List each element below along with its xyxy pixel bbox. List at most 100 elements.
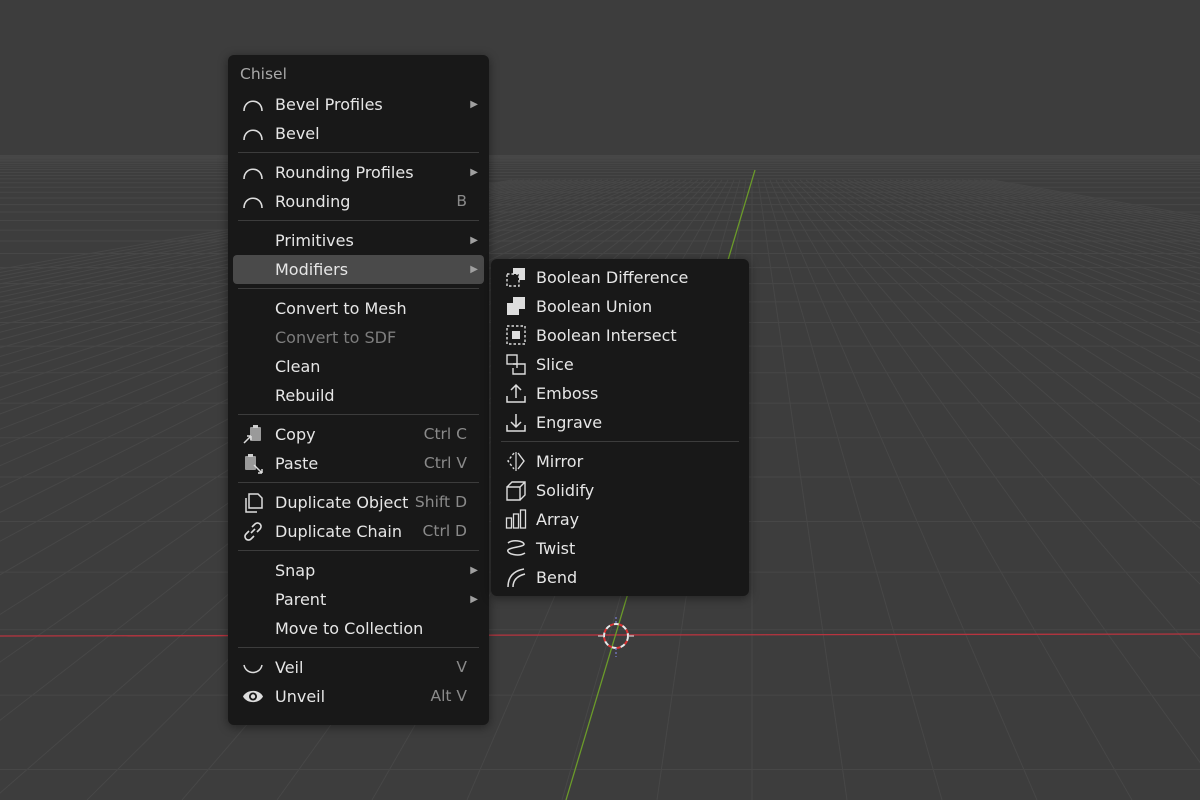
menu-separator <box>501 441 739 442</box>
boolean-difference-icon <box>505 267 527 288</box>
grid-line <box>985 179 1200 219</box>
shortcut-label: Ctrl C <box>423 425 467 443</box>
menu-item-label: Boolean Union <box>536 297 653 316</box>
menu-item-twist[interactable]: Twist <box>496 534 744 563</box>
menu-title: Chisel <box>240 65 287 83</box>
menu-item-rebuild[interactable]: Rebuild <box>233 381 484 410</box>
arc-icon <box>242 94 264 115</box>
submenu-arrow-icon: ▶ <box>470 594 478 605</box>
menu-item-label: Engrave <box>536 413 603 432</box>
shortcut-label: Alt V <box>430 687 467 705</box>
menu-item-label: Bend <box>536 568 578 587</box>
menu-item-unveil[interactable]: Unveil Alt V <box>233 682 484 711</box>
grid-line <box>895 179 1200 269</box>
twist-icon <box>505 538 527 559</box>
boolean-intersect-icon <box>505 325 527 346</box>
menu-separator <box>238 647 479 648</box>
copy-icon <box>242 424 264 445</box>
grid-line <box>949 179 1200 234</box>
menu-item-boolean-union[interactable]: Boolean Union <box>496 292 744 321</box>
menu-item-clean[interactable]: Clean <box>233 352 484 381</box>
menu-item-primitives[interactable]: Primitives ▶ <box>233 226 484 255</box>
grid-line <box>757 179 848 800</box>
menu-item-label: Bevel Profiles <box>275 95 383 114</box>
grid-line <box>979 179 1200 221</box>
menu-item-label: Duplicate Object <box>275 493 409 512</box>
menu-item-boolean-difference[interactable]: Boolean Difference <box>496 263 744 292</box>
menu-item-label: Mirror <box>536 452 584 471</box>
eye-icon <box>242 686 264 707</box>
menu-item-label: Convert to Mesh <box>275 299 407 318</box>
grid-line <box>973 179 1200 224</box>
menu-item-duplicate-object[interactable]: Duplicate Object Shift D <box>233 488 484 517</box>
mirror-icon <box>505 451 527 472</box>
menu-item-convert-to-mesh[interactable]: Convert to Mesh <box>233 294 484 323</box>
submenu-arrow-icon: ▶ <box>470 264 478 275</box>
menu-item-engrave[interactable]: Engrave <box>496 408 744 437</box>
shortcut-label: Ctrl D <box>422 522 467 540</box>
shortcut-label: Shift D <box>414 493 467 511</box>
menu-item-label: Snap <box>275 561 316 580</box>
boolean-union-icon <box>505 296 527 317</box>
menu-separator <box>238 550 479 551</box>
solidify-icon <box>505 480 527 501</box>
grid-line <box>835 179 1200 362</box>
menu-item-bevel[interactable]: Bevel <box>233 119 484 148</box>
modifiers-submenu: Boolean Difference Boolean Union Boolean… <box>491 259 749 596</box>
submenu-arrow-icon: ▶ <box>470 565 478 576</box>
grid-line <box>829 179 1200 379</box>
shortcut-label: V <box>456 658 467 676</box>
menu-item-label: Move to Collection <box>275 619 424 638</box>
menu-item-snap[interactable]: Snap ▶ <box>233 556 484 585</box>
menu-separator <box>238 152 479 153</box>
menu-item-bend[interactable]: Bend <box>496 563 744 592</box>
grid-line <box>811 179 1200 451</box>
menu-item-slice[interactable]: Slice <box>496 350 744 379</box>
menu-item-veil[interactable]: Veil V <box>233 653 484 682</box>
menu-item-rounding[interactable]: Rounding B <box>233 187 484 216</box>
menu-item-paste[interactable]: Paste Ctrl V <box>233 449 484 478</box>
slice-icon <box>505 354 527 375</box>
grid-line <box>775 179 1133 800</box>
grid-line <box>817 179 1200 423</box>
grid-line <box>889 179 1200 275</box>
grid-line <box>859 179 1200 313</box>
grid-line <box>841 179 1200 347</box>
menu-item-bevel-profiles[interactable]: Bevel Profiles ▶ <box>233 90 484 119</box>
menu-item-label: Unveil <box>275 687 326 706</box>
menu-item-label: Parent <box>275 590 327 609</box>
menu-separator <box>238 414 479 415</box>
menu-item-rounding-profiles[interactable]: Rounding Profiles ▶ <box>233 158 484 187</box>
chisel-context-menu: Chisel Bevel Profiles ▶ Bevel Rounding P… <box>228 55 489 725</box>
menu-item-label: Veil <box>275 658 304 677</box>
menu-item-mirror[interactable]: Mirror <box>496 447 744 476</box>
grid-line <box>865 179 1200 303</box>
menu-item-solidify[interactable]: Solidify <box>496 476 744 505</box>
arc-icon <box>242 191 264 212</box>
menu-item-label: Paste <box>275 454 319 473</box>
menu-item-label: Solidify <box>536 481 595 500</box>
menu-item-copy[interactable]: Copy Ctrl C <box>233 420 484 449</box>
menu-item-duplicate-chain[interactable]: Duplicate Chain Ctrl D <box>233 517 484 546</box>
menu-item-parent[interactable]: Parent ▶ <box>233 585 484 614</box>
duplicate-icon <box>242 492 264 513</box>
menu-item-modifiers[interactable]: Modifiers ▶ <box>233 255 484 284</box>
menu-item-array[interactable]: Array <box>496 505 744 534</box>
menu-item-label: Boolean Difference <box>536 268 689 287</box>
arc-icon <box>242 162 264 183</box>
emboss-icon <box>505 383 527 404</box>
paste-icon <box>242 453 264 474</box>
grid-line <box>823 179 1200 399</box>
menu-item-label: Boolean Intersect <box>536 326 677 345</box>
menu-item-convert-to-sdf: Convert to SDF <box>233 323 484 352</box>
menu-item-emboss[interactable]: Emboss <box>496 379 744 408</box>
menu-item-move-to-collection[interactable]: Move to Collection <box>233 614 484 643</box>
menu-item-boolean-intersect[interactable]: Boolean Intersect <box>496 321 744 350</box>
menu-item-label: Slice <box>536 355 574 374</box>
array-icon <box>505 509 527 530</box>
menu-item-label: Copy <box>275 425 316 444</box>
menu-item-label: Clean <box>275 357 321 376</box>
menu-item-label: Rounding Profiles <box>275 163 414 182</box>
grid-line <box>871 179 1200 295</box>
3d-cursor-icon[interactable] <box>598 617 634 657</box>
